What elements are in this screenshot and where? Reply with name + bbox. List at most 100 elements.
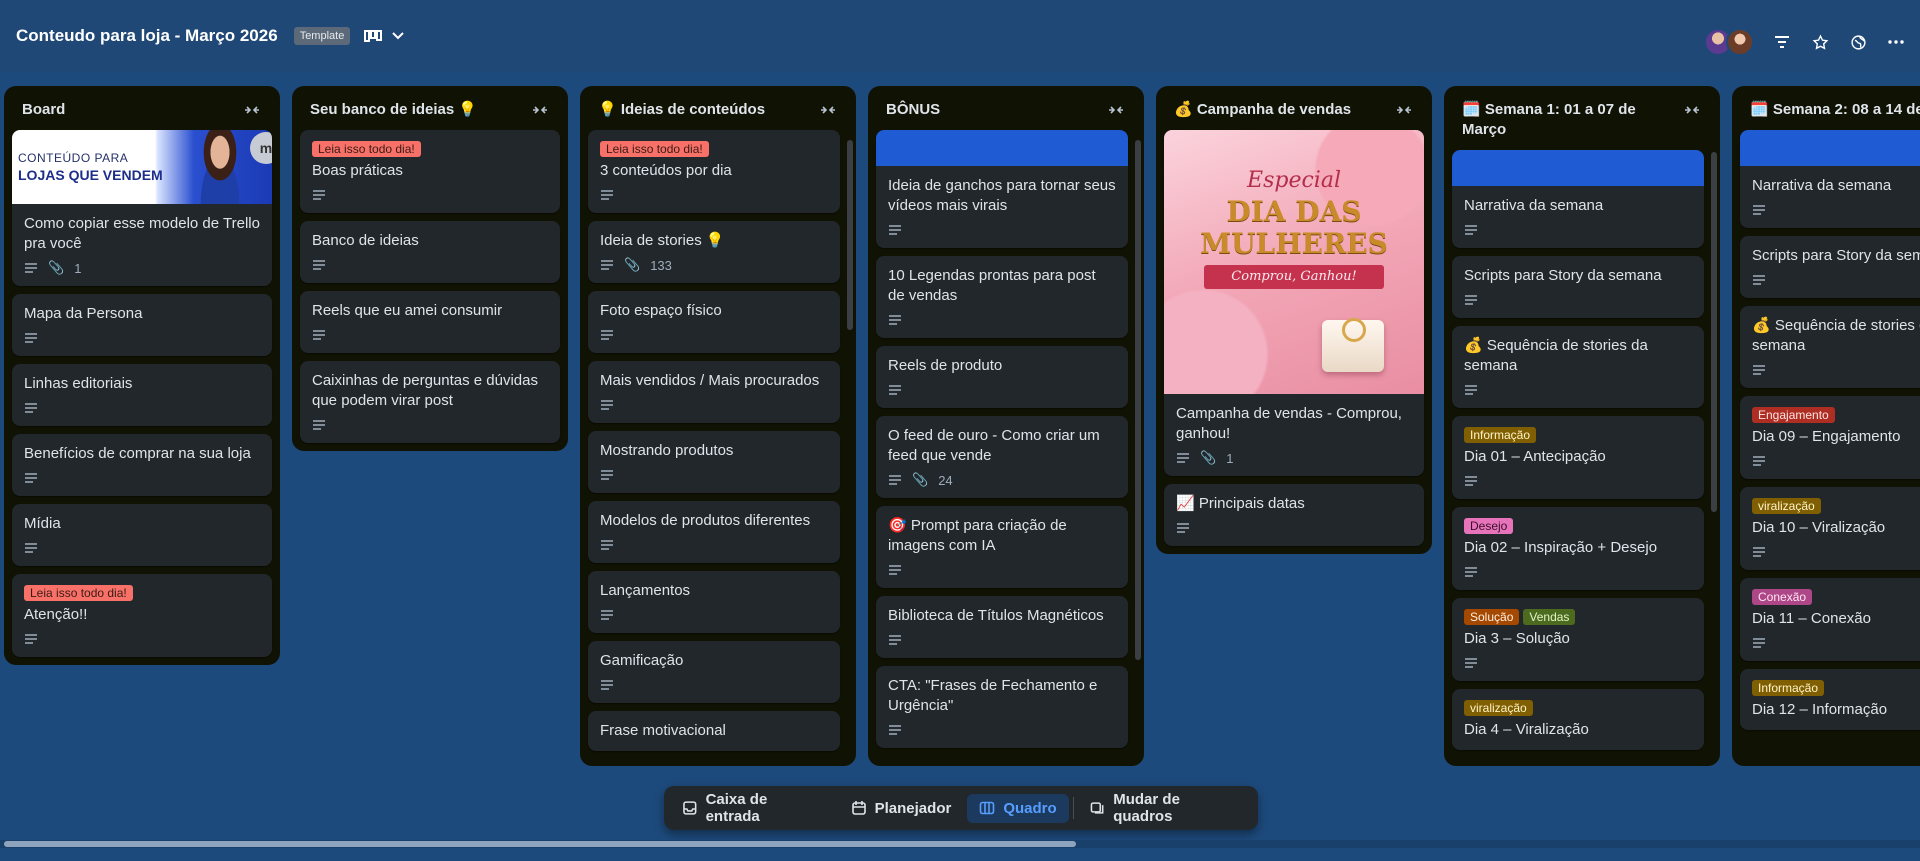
card[interactable]: Conexão Dia 11 – Conexão — [1740, 578, 1920, 661]
description-icon — [24, 633, 38, 645]
collapse-list-icon[interactable] — [1682, 100, 1702, 120]
card[interactable]: Leia isso todo dia! 3 conteúdos por dia — [588, 130, 840, 213]
description-icon — [888, 384, 902, 396]
card[interactable]: Foto espaço físico — [588, 291, 840, 353]
card[interactable]: Linhas editoriais — [12, 364, 272, 426]
card[interactable]: Mapa da Persona — [12, 294, 272, 356]
card-title: Scripts para Story da semana — [1464, 267, 1662, 284]
card[interactable]: Mais vendidos / Mais procurados — [588, 361, 840, 423]
card[interactable]: Gamificação — [588, 641, 840, 703]
card[interactable]: Solução Vendas Dia 3 – Solução — [1452, 598, 1704, 681]
card[interactable]: Ideia de stories 💡 📎 133 — [588, 221, 840, 283]
horizontal-scrollbar-thumb[interactable] — [4, 841, 1076, 847]
card-title: Biblioteca de Títulos Magnéticos — [888, 607, 1104, 624]
card[interactable]: viralização Dia 4 – Viralização — [1452, 689, 1704, 750]
card[interactable]: Frase motivacional — [588, 711, 840, 751]
collapse-list-icon[interactable] — [530, 100, 550, 120]
card[interactable]: Ideia de ganchos para tornar seus vídeos… — [876, 130, 1128, 248]
card[interactable]: 10 Legendas prontas para post de vendas — [876, 256, 1128, 338]
description-icon — [888, 314, 902, 326]
board-view-button[interactable]: Quadro — [967, 793, 1069, 823]
card-color-cover — [1740, 130, 1920, 166]
board-title[interactable]: Conteudo para loja - Março 2026 — [16, 26, 278, 46]
card[interactable]: O feed de ouro - Como criar um feed que … — [876, 416, 1128, 498]
inbox-button[interactable]: Caixa de entrada — [670, 785, 835, 831]
card-title: Atenção!! — [24, 606, 88, 623]
card[interactable]: 🎯 Prompt para criação de imagens com IA — [876, 506, 1128, 588]
description-icon — [600, 399, 614, 411]
list-scrollbar[interactable] — [1135, 140, 1141, 660]
cover-text: Especial — [1247, 168, 1341, 193]
card-label: Conexão — [1752, 589, 1813, 605]
card[interactable]: Scripts para Story da semana — [1452, 256, 1704, 318]
list-title[interactable]: 🗓️ Semana 2: 08 a 14 de Março — [1750, 100, 1920, 120]
member-avatars[interactable] — [1704, 28, 1754, 56]
attachment-icon: 📎 — [624, 257, 641, 272]
card[interactable]: Leia isso todo dia! Boas práticas — [300, 130, 560, 213]
description-icon — [600, 539, 614, 551]
card[interactable]: Desejo Dia 02 – Inspiração + Desejo — [1452, 507, 1704, 590]
globe-icon[interactable] — [1848, 32, 1868, 52]
list-scrollbar[interactable] — [1711, 152, 1717, 512]
card-title: Benefícios de comprar na sua loja — [24, 445, 251, 462]
list-title[interactable]: 💰 Campanha de vendas — [1174, 100, 1351, 120]
card[interactable]: Narrativa da semana — [1452, 150, 1704, 248]
list-scrollbar[interactable] — [847, 140, 853, 330]
card[interactable]: Caixinhas de perguntas e dúvidas que pod… — [300, 361, 560, 443]
card[interactable]: Lançamentos — [588, 571, 840, 633]
description-icon — [888, 634, 902, 646]
description-icon — [1752, 455, 1766, 467]
card[interactable]: Informação Dia 01 – Antecipação — [1452, 416, 1704, 499]
board-canvas: Board CONTEÚDO PARA LOJAS QUE VENDEM m C… — [0, 86, 1920, 776]
card[interactable]: Biblioteca de Títulos Magnéticos — [876, 596, 1128, 658]
card[interactable]: Informação Dia 12 – Informação — [1740, 669, 1920, 730]
card[interactable]: CONTEÚDO PARA LOJAS QUE VENDEM m Como co… — [12, 130, 272, 286]
collapse-list-icon[interactable] — [1394, 100, 1414, 120]
view-switcher-button[interactable] — [364, 29, 405, 43]
card-title: CTA: "Frases de Fechamento e Urgência" — [888, 677, 1098, 714]
card[interactable]: Mídia — [12, 504, 272, 566]
description-icon — [1464, 224, 1478, 236]
card[interactable]: Narrativa da semana — [1740, 130, 1920, 228]
avatar[interactable] — [1726, 28, 1754, 56]
list-title[interactable]: 💡 Ideias de conteúdos — [598, 100, 765, 120]
card[interactable]: Modelos de produtos diferentes — [588, 501, 840, 563]
list-title[interactable]: BÔNUS — [886, 100, 940, 120]
card-title: Boas práticas — [312, 162, 403, 179]
card[interactable]: 💰 Sequência de stories da semana — [1740, 306, 1920, 388]
card[interactable]: Leia isso todo dia! Atenção!! — [12, 574, 272, 657]
card[interactable]: Reels de produto — [876, 346, 1128, 408]
collapse-list-icon[interactable] — [818, 100, 838, 120]
card[interactable]: Reels que eu amei consumir — [300, 291, 560, 353]
card[interactable]: Benefícios de comprar na sua loja — [12, 434, 272, 496]
card[interactable]: Mostrando produtos — [588, 431, 840, 493]
list-title[interactable]: Board — [22, 100, 65, 120]
cover-text: CONTEÚDO PARA — [18, 151, 129, 165]
collapse-list-icon[interactable] — [1106, 100, 1126, 120]
switch-boards-button[interactable]: Mudar de quadros — [1078, 785, 1252, 831]
card[interactable]: 📈 Principais datas — [1164, 484, 1424, 546]
collapse-list-icon[interactable] — [242, 100, 262, 120]
planner-button[interactable]: Planejador — [839, 794, 964, 823]
card[interactable]: CTA: "Frases de Fechamento e Urgência" — [876, 666, 1128, 748]
card[interactable]: Engajamento Dia 09 – Engajamento — [1740, 396, 1920, 479]
card-title: Dia 11 – Conexão — [1752, 610, 1871, 627]
card-title: 💰 Sequência de stories da semana — [1752, 317, 1920, 354]
star-icon[interactable] — [1810, 32, 1830, 52]
description-icon — [312, 189, 326, 201]
card[interactable]: Banco de ideias — [300, 221, 560, 283]
description-icon — [312, 329, 326, 341]
list-campanha-de-vendas: 💰 Campanha de vendas Especial DIA DAS MU… — [1156, 86, 1432, 554]
card[interactable]: Especial DIA DAS MULHERES Comprou, Ganho… — [1164, 130, 1424, 476]
list-title[interactable]: 🗓️ Semana 1: 01 a 07 de Março — [1462, 100, 1682, 140]
list-title[interactable]: Seu banco de ideias 💡 — [310, 100, 477, 120]
cover-person-photo — [190, 130, 250, 204]
card[interactable]: viralização Dia 10 – Viralização — [1740, 487, 1920, 570]
card[interactable]: 💰 Sequência de stories da semana — [1452, 326, 1704, 408]
card[interactable]: Scripts para Story da semana — [1740, 236, 1920, 298]
list-ideias-de-conteudos: 💡 Ideias de conteúdos Leia isso todo dia… — [580, 86, 856, 766]
more-icon[interactable] — [1886, 32, 1906, 52]
attachment-count: 133 — [650, 257, 672, 273]
switch-boards-icon — [1090, 802, 1104, 814]
filter-icon[interactable] — [1772, 32, 1792, 52]
